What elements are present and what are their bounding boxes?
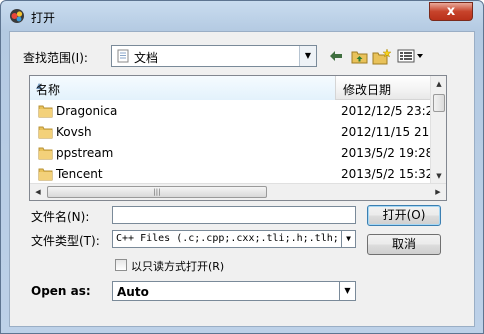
folder-icon <box>38 147 53 160</box>
scroll-right-icon[interactable]: ▶ <box>430 184 446 200</box>
column-name-label: 名称 <box>36 83 61 97</box>
close-button[interactable]: x <box>429 2 473 21</box>
look-in-label: 查找范围(I): <box>23 51 88 65</box>
list-item-date: 2012/12/5 23:25 <box>341 104 441 118</box>
column-header-date[interactable]: 修改日期 <box>337 76 432 100</box>
list-item-name: Tencent <box>56 167 103 181</box>
open-as-label: Open as: <box>31 284 91 298</box>
scroll-left-icon[interactable]: ◀ <box>30 184 46 200</box>
view-menu-icon <box>397 49 423 63</box>
file-name-input[interactable] <box>112 206 356 224</box>
list-item-name: Dragonica <box>56 104 118 118</box>
scroll-up-icon[interactable]: ▲ <box>431 76 446 92</box>
new-folder-button[interactable] <box>371 46 393 66</box>
list-item[interactable]: Dragonica 2012/12/5 23:25 <box>30 101 441 122</box>
cancel-button[interactable]: 取消 <box>367 234 441 255</box>
folder-icon <box>38 105 53 118</box>
folder-icon <box>38 126 53 139</box>
documents-icon <box>117 49 129 63</box>
column-date-label: 修改日期 <box>343 83 392 97</box>
list-item[interactable]: Tencent 2013/5/2 15:32 <box>30 164 434 185</box>
look-in-value: 文档 <box>134 51 159 65</box>
read-only-label[interactable]: 以只读方式打开(R) <box>131 258 224 274</box>
vertical-scroll-thumb[interactable] <box>433 94 445 112</box>
chevron-down-icon[interactable]: ▼ <box>299 46 316 66</box>
column-header-name[interactable]: ▲ 名称 <box>30 76 336 100</box>
chevron-down-icon[interactable]: ▼ <box>341 231 355 247</box>
back-arrow-icon <box>330 51 342 61</box>
vertical-scrollbar[interactable]: ▲ ▼ <box>430 76 446 184</box>
open-as-value: Auto <box>117 285 149 299</box>
list-item[interactable]: ppstream 2013/5/2 19:28 <box>30 143 434 164</box>
file-type-label: 文件类型(T): <box>31 234 100 248</box>
file-list[interactable]: ▲ 名称 修改日期 Dragonica 2012/12/5 23:25 Kovs… <box>29 75 447 201</box>
scroll-down-icon[interactable]: ▼ <box>431 168 446 184</box>
read-only-checkbox[interactable] <box>115 259 127 271</box>
new-folder-icon <box>372 47 392 64</box>
open-file-dialog: 打开 x 查找范围(I): 文档 ▼ ▲ 名称 修改日期 Dragonica 2… <box>0 0 484 334</box>
list-item-date: 2013/5/2 15:32 <box>341 167 434 181</box>
chevron-down-icon[interactable]: ▼ <box>339 282 355 300</box>
up-folder-button[interactable] <box>349 46 369 66</box>
back-button[interactable] <box>327 46 345 66</box>
list-item-name: ppstream <box>56 146 114 160</box>
list-item[interactable]: Kovsh 2012/11/15 21:3 <box>30 122 441 143</box>
folder-icon <box>38 168 53 181</box>
list-item-name: Kovsh <box>56 125 92 139</box>
list-header: ▲ 名称 修改日期 <box>30 76 432 100</box>
window-title: 打开 <box>31 11 56 25</box>
title-bar[interactable]: 打开 x <box>1 1 483 31</box>
horizontal-scrollbar[interactable]: ◀ ||| ▶ <box>30 183 446 200</box>
file-name-label: 文件名(N): <box>31 210 90 224</box>
folder-up-icon <box>351 51 367 63</box>
look-in-dropdown[interactable]: 文档 ▼ <box>111 45 317 67</box>
open-as-dropdown[interactable]: Auto ▼ <box>112 281 356 301</box>
file-type-dropdown[interactable]: C++ Files (.c;.cpp;.cxx;.tli;.h;.tlh; ▼ <box>112 230 356 248</box>
horizontal-scroll-thumb[interactable]: ||| <box>47 186 267 198</box>
app-icon <box>10 9 24 23</box>
list-item-date: 2013/5/2 19:28 <box>341 146 434 160</box>
view-menu-button[interactable] <box>396 46 426 66</box>
list-item-date: 2012/11/15 21:3 <box>341 125 441 139</box>
open-button[interactable]: 打开(O) <box>367 205 441 226</box>
file-type-value: C++ Files (.c;.cpp;.cxx;.tli;.h;.tlh; <box>116 233 339 244</box>
